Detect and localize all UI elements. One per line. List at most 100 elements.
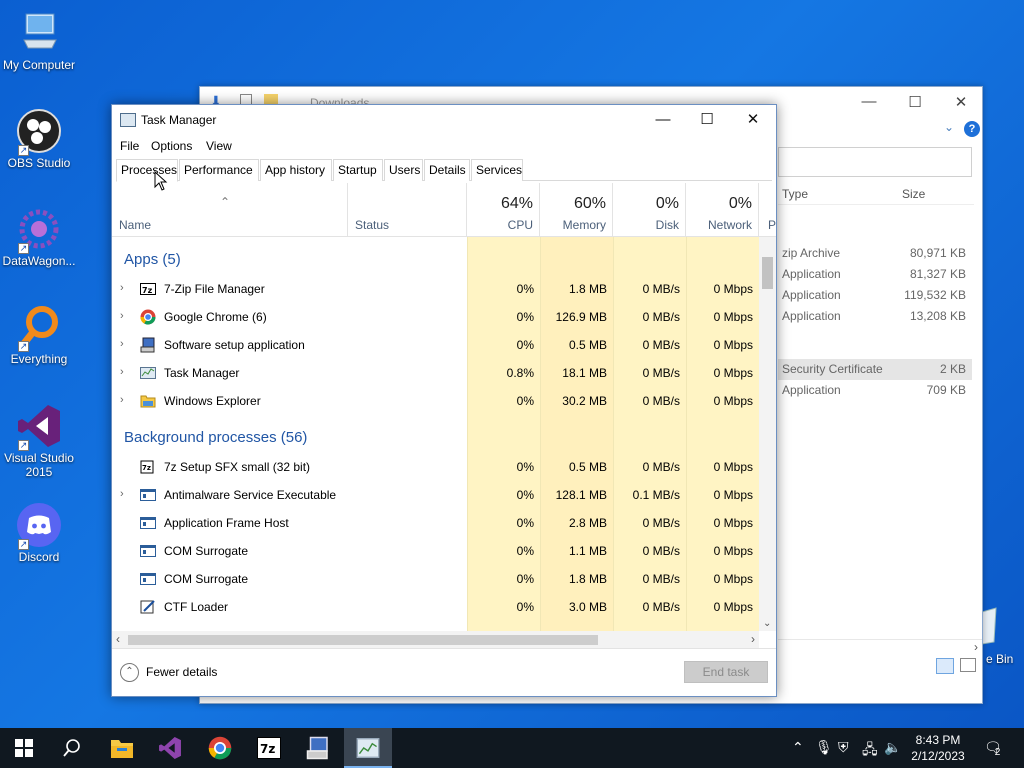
expand-chevron-icon[interactable]: › <box>120 310 124 322</box>
desktop-icon-label: e Bin <box>986 652 1014 666</box>
column-header-status[interactable]: Status <box>347 183 467 237</box>
search-button[interactable] <box>48 728 96 768</box>
process-row[interactable]: › Google Chrome (6) 0% 126.9 MB 0 MB/s 0… <box>112 303 759 331</box>
column-type[interactable]: Type <box>782 187 808 201</box>
explorer-maximize-button[interactable]: ☐ <box>892 93 938 113</box>
close-button[interactable]: ✕ <box>730 109 776 131</box>
process-row[interactable]: Application Frame Host 0% 2.8 MB 0 MB/s … <box>112 509 759 537</box>
desktop-icon-everything[interactable]: ↗ Everything <box>0 304 78 366</box>
details-view-icon[interactable] <box>936 658 954 674</box>
process-row[interactable]: CTF Loader 0% 3.0 MB 0 MB/s 0 Mbps <box>112 593 759 621</box>
explorer-horizontal-scrollbar[interactable]: › <box>778 639 982 655</box>
tab-services[interactable]: Services <box>471 159 523 181</box>
expand-chevron-icon[interactable]: › <box>120 338 124 350</box>
process-name: Antimalware Service Executable <box>164 488 337 502</box>
help-icon[interactable]: ? <box>964 121 980 137</box>
process-row[interactable]: COM Surrogate 0% 1.1 MB 0 MB/s 0 Mbps <box>112 537 759 565</box>
desktop-icon-visual-studio[interactable]: ↗ Visual Studio 2015 <box>0 403 78 479</box>
process-row[interactable]: COM Surrogate 0% 1.8 MB 0 MB/s 0 Mbps <box>112 565 759 593</box>
horizontal-scrollbar[interactable]: ‹ › <box>112 631 759 648</box>
explorer-column-header[interactable]: Type Size <box>778 183 974 205</box>
file-explorer-icon <box>111 740 133 758</box>
scroll-left-chevron-icon[interactable]: ‹ <box>116 632 120 646</box>
shortcut-arrow-icon: ↗ <box>18 243 29 254</box>
disk-value: 0 MB/s <box>642 460 680 474</box>
desktop-icon-recycle-bin[interactable]: e Bin <box>982 606 1024 666</box>
column-header-disk[interactable]: 0% Disk <box>613 183 686 237</box>
tray-overflow-chevron-icon[interactable]: ⌃ <box>792 739 804 756</box>
horizontal-scrollbar-thumb[interactable] <box>128 635 598 645</box>
maximize-button[interactable]: ☐ <box>684 109 730 131</box>
desktop-icon-datawagon[interactable]: ↗ DataWagon... <box>0 206 78 268</box>
tab-details[interactable]: Details <box>424 159 470 181</box>
minimize-button[interactable]: — <box>640 109 686 131</box>
process-row[interactable]: › Antimalware Service Executable 0% 128.… <box>112 481 759 509</box>
network-icon[interactable]: 🖧 <box>862 739 878 763</box>
desktop-icon-discord[interactable]: ↗ Discord <box>0 502 78 564</box>
scroll-down-chevron-icon[interactable]: ⌄ <box>763 618 771 629</box>
expand-chevron-icon[interactable]: › <box>120 394 124 406</box>
explorer-minimize-button[interactable]: — <box>846 93 892 113</box>
taskbar-visual-studio[interactable] <box>146 728 194 768</box>
vertical-scrollbar[interactable]: ⌄ <box>759 237 776 631</box>
taskbar-7zip[interactable]: 7z <box>245 728 293 768</box>
tab-app-history[interactable]: App history <box>260 159 332 181</box>
chevron-down-icon[interactable]: ⌄ <box>944 120 954 134</box>
explorer-close-button[interactable]: ✕ <box>938 93 984 113</box>
7zip-icon: 7z <box>140 281 156 297</box>
menu-file[interactable]: File <box>120 139 139 153</box>
memory-value: 18.1 MB <box>562 366 607 380</box>
explorer-file-row[interactable]: Security Certificate 2 KB <box>778 359 972 380</box>
chevron-up-circle-icon[interactable]: ⌃ <box>120 663 139 682</box>
notification-center-icon[interactable]: 🗨2 <box>984 739 1007 758</box>
volume-icon[interactable]: 🔈 <box>884 739 901 756</box>
column-power-label: P <box>768 218 777 232</box>
desktop-icon-my-computer[interactable]: My Computer <box>0 10 78 72</box>
defender-shield-icon[interactable]: ⛨ <box>838 739 849 756</box>
clock[interactable]: 8:43 PM 2/12/2023 <box>903 732 973 764</box>
column-header-cpu[interactable]: 64% CPU <box>467 183 540 237</box>
tab-startup[interactable]: Startup <box>333 159 383 181</box>
tab-users[interactable]: Users <box>384 159 423 181</box>
column-header-network[interactable]: 0% Network <box>686 183 759 237</box>
process-row[interactable]: 7z 7z Setup SFX small (32 bit) 0% 0.5 MB… <box>112 453 759 481</box>
taskbar-chrome[interactable] <box>196 728 244 768</box>
end-task-button[interactable]: End task <box>684 661 768 683</box>
expand-chevron-icon[interactable]: › <box>120 366 124 378</box>
start-button[interactable] <box>0 728 48 768</box>
process-row[interactable]: › Software setup application 0% 0.5 MB 0… <box>112 331 759 359</box>
explorer-file-row[interactable]: Application 119,532 KB <box>778 285 972 306</box>
taskbar-file-explorer[interactable] <box>98 728 146 768</box>
explorer-search-input[interactable] <box>778 147 972 177</box>
desktop-icon-obs[interactable]: ↗ OBS Studio <box>0 108 78 170</box>
column-size[interactable]: Size <box>902 187 925 201</box>
column-header-memory[interactable]: 60% Memory <box>540 183 613 237</box>
taskbar-task-manager[interactable] <box>344 728 392 768</box>
process-name: COM Surrogate <box>164 572 249 586</box>
tab-performance[interactable]: Performance <box>179 159 259 181</box>
task-manager-window[interactable]: Task Manager — ☐ ✕ File Options View Pro… <box>111 104 777 697</box>
file-type: Application <box>782 383 841 397</box>
title-bar[interactable]: Task Manager — ☐ ✕ <box>112 105 776 135</box>
expand-chevron-icon[interactable]: › <box>120 488 124 500</box>
explorer-file-row[interactable]: zip Archive 80,971 KB <box>778 243 972 264</box>
column-header-name[interactable]: ⌃ Name <box>112 183 347 237</box>
process-row[interactable]: › 7z 7-Zip File Manager 0% 1.8 MB 0 MB/s… <box>112 275 759 303</box>
large-icons-view-icon[interactable] <box>960 658 976 672</box>
explorer-file-row[interactable]: Application 709 KB <box>778 380 972 401</box>
taskbar-setup[interactable] <box>294 728 342 768</box>
explorer-file-row[interactable]: Application 81,327 KB <box>778 264 972 285</box>
scroll-right-chevron-icon[interactable]: › <box>751 632 755 646</box>
menu-view[interactable]: View <box>206 139 232 153</box>
vertical-scrollbar-thumb[interactable] <box>762 257 773 289</box>
chevron-right-icon[interactable]: › <box>974 640 978 654</box>
expand-chevron-icon[interactable]: › <box>120 282 124 294</box>
process-row[interactable]: › Task Manager 0.8% 18.1 MB 0 MB/s 0 Mbp… <box>112 359 759 387</box>
menu-options[interactable]: Options <box>151 139 192 153</box>
microphone-icon[interactable]: 🎙 <box>815 739 833 756</box>
process-row[interactable]: › Windows Explorer 0% 30.2 MB 0 MB/s 0 M… <box>112 387 759 415</box>
tab-processes[interactable]: Processes <box>116 159 178 182</box>
fewer-details-link[interactable]: Fewer details <box>146 665 217 679</box>
explorer-file-row[interactable]: Application 13,208 KB <box>778 306 972 327</box>
column-header-power[interactable]: P <box>759 183 776 237</box>
